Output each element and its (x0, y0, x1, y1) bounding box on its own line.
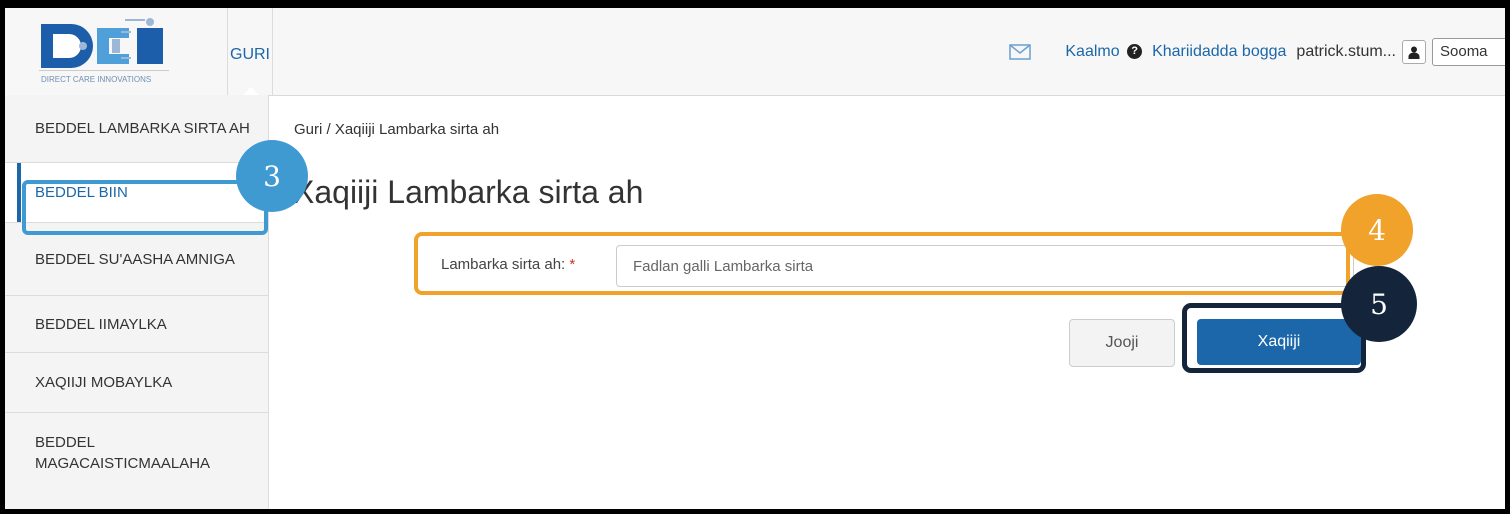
nav-home[interactable]: GURI (227, 8, 273, 96)
sidebar-item-change-email[interactable]: BEDDEL IIMAYLKA (5, 296, 268, 353)
step-3-badge: 3 (236, 140, 308, 212)
sidebar-item-label: XAQIIJI MOBAYLKA (35, 374, 173, 391)
sidebar-item-label: BEDDEL LAMBARKA SIRTA AH (35, 120, 250, 137)
sidebar-item-label: BEDDEL SU'AASHA AMNIGA (35, 250, 235, 268)
logo-tagline: DIRECT CARE INNOVATIONS (41, 75, 151, 84)
username[interactable]: patrick.stum... (1296, 43, 1396, 61)
step-5-highlight (1182, 303, 1366, 373)
user-icon (1408, 46, 1420, 59)
breadcrumb: Guri / Xaqiiji Lambarka sirta ah (294, 121, 500, 138)
page-title: Xaqiiji Lambarka sirta ah (293, 174, 644, 210)
step-4-badge: 4 (1341, 194, 1413, 266)
sidebar-item-verify-mobile[interactable]: XAQIIJI MOBAYLKA (5, 353, 268, 413)
envelope-icon[interactable] (1009, 44, 1032, 60)
dci-logo-icon: DIRECT CARE INNOVATIONS (39, 18, 169, 84)
dci-logo[interactable]: DIRECT CARE INNOVATIONS (13, 10, 218, 92)
help-link[interactable]: Kaalmo ? (1065, 43, 1143, 61)
step-4-highlight (414, 232, 1350, 295)
cancel-button[interactable]: Jooji (1069, 319, 1175, 367)
top-navbar: DIRECT CARE INNOVATIONS GURI Kaalmo ? Kh… (5, 8, 1505, 96)
sidebar-item-change-username[interactable]: BEDDEL MAGACAISTICMAALAHA (5, 413, 268, 493)
help-label: Kaalmo (1065, 43, 1120, 60)
sidebar-item-change-password[interactable]: BEDDEL LAMBARKA SIRTA AH (5, 95, 268, 163)
language-select[interactable]: Sooma (1432, 38, 1505, 66)
nav-home-label: GURI (230, 46, 270, 63)
step-3-highlight (22, 180, 268, 235)
user-menu-button[interactable] (1402, 40, 1426, 64)
step-5-badge: 5 (1341, 266, 1417, 342)
help-icon: ? (1127, 44, 1143, 60)
site-map-link[interactable]: Khariidadda bogga (1152, 43, 1286, 61)
top-right-menu: Kaalmo ? Khariidadda bogga patrick.stum.… (1009, 38, 1505, 66)
sidebar: BEDDEL LAMBARKA SIRTA AH BEDDEL BIIN BED… (5, 95, 269, 509)
sidebar-item-label: BEDDEL IIMAYLKA (35, 315, 167, 333)
sidebar-item-label: BEDDEL MAGACAISTICMAALAHA (35, 434, 211, 472)
